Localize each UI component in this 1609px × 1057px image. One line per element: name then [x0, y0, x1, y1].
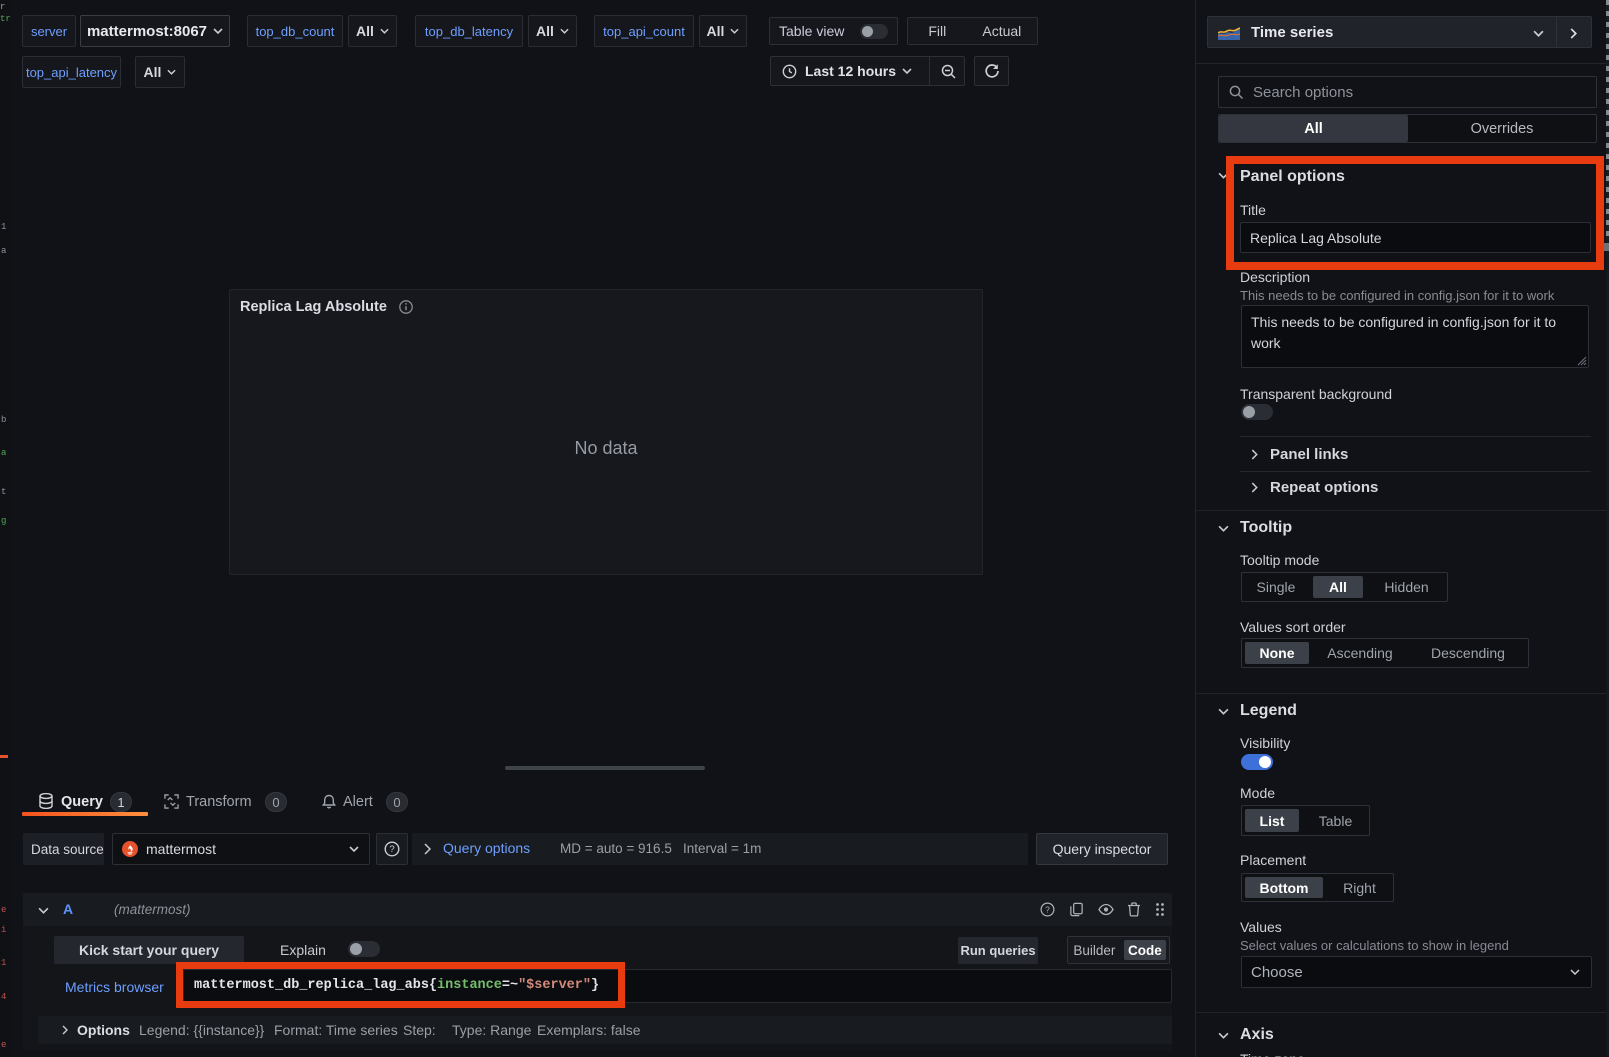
- svg-text:?: ?: [1045, 904, 1050, 914]
- svg-text:?: ?: [389, 844, 394, 855]
